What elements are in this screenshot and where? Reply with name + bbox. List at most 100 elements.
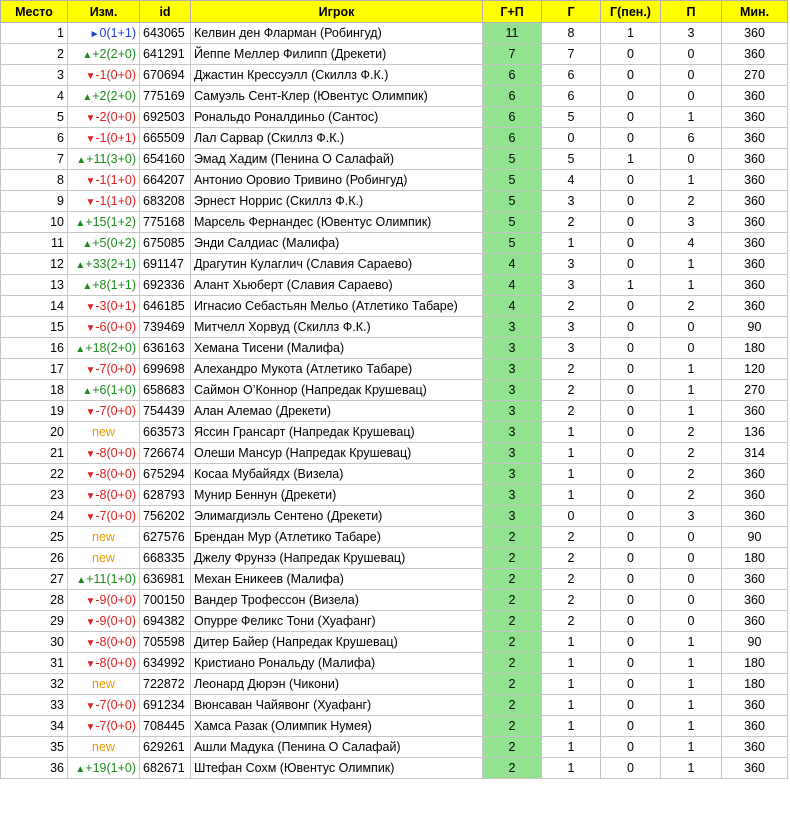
table-row[interactable]: 8 ▼-1(1+0) 664207 Антонио Оровио Тривино (Р… bbox=[0, 169, 788, 191]
player-name-cell: Вюнсаван Чайявонг (Хуафанг) bbox=[190, 694, 483, 716]
table-row[interactable]: 17 ▼-7(0+0) 699698 Алехандро Мукота (Атлети… bbox=[0, 358, 788, 380]
place-cell: 16 bbox=[0, 337, 68, 359]
table-row[interactable]: 19 ▼-7(0+0) 754439 Алан Алемао (Дрекети) 3 2 0… bbox=[0, 400, 788, 422]
minutes-cell: 180 bbox=[721, 547, 788, 569]
penalty-goals-cell: 0 bbox=[600, 127, 661, 149]
minutes-cell: 360 bbox=[721, 169, 788, 191]
minutes-cell: 360 bbox=[721, 106, 788, 128]
change-value: +33(2+1) bbox=[85, 257, 136, 271]
header-place[interactable]: Место bbox=[0, 0, 68, 23]
header-minutes[interactable]: Мин. bbox=[721, 0, 788, 23]
table-row[interactable]: 13 ▲+8(1+1) 692336 Алант Хьюберт (Славия Са… bbox=[0, 274, 788, 296]
table-row[interactable]: 26 new 668335 Джелу Фрунзэ (Напредак Крушев… bbox=[0, 547, 788, 569]
player-id-cell: 628793 bbox=[139, 484, 191, 506]
header-assists[interactable]: П bbox=[660, 0, 722, 23]
penalty-goals-cell: 0 bbox=[600, 43, 661, 65]
change-cell: ▲+15(1+2) bbox=[67, 211, 140, 233]
table-row[interactable]: 12 ▲+33(2+1) 691147 Драгутин Кулаглич (Слав… bbox=[0, 253, 788, 275]
goals-cell: 1 bbox=[541, 715, 601, 737]
place-cell: 11 bbox=[0, 232, 68, 254]
table-row[interactable]: 21 ▼-8(0+0) 726674 Олеши Мансур (Напредак К… bbox=[0, 442, 788, 464]
header-goals-assists[interactable]: Г+П bbox=[482, 0, 542, 23]
table-row[interactable]: 1 ►0(1+1) 643065 Келвин ден Фларман (Робинг… bbox=[0, 22, 788, 44]
goals-assists-cell: 2 bbox=[482, 568, 542, 590]
player-name-cell: Энди Салдиас (Малифа) bbox=[190, 232, 483, 254]
table-row[interactable]: 3 ▼-1(0+0) 670694 Джастин Крессуэлл (Скиллз… bbox=[0, 64, 788, 86]
table-row[interactable]: 14 ▼-3(0+1) 646185 Игнасио Себастьян Мельо … bbox=[0, 295, 788, 317]
arrow-down-icon: ▼ bbox=[85, 302, 96, 313]
change-cell: ▲+33(2+1) bbox=[67, 253, 140, 275]
place-cell: 25 bbox=[0, 526, 68, 548]
table-row[interactable]: 7 ▲+11(3+0) 654160 Эмад Хадим (Пенина О Сал… bbox=[0, 148, 788, 170]
arrow-down-icon: ▼ bbox=[85, 659, 96, 670]
player-id-cell: 664207 bbox=[139, 169, 191, 191]
header-penalty-goals[interactable]: Г(пен.) bbox=[600, 0, 661, 23]
header-goals[interactable]: Г bbox=[541, 0, 601, 23]
table-row[interactable]: 22 ▼-8(0+0) 675294 Косаа Мубайядх (Визела) 3… bbox=[0, 463, 788, 485]
table-row[interactable]: 18 ▲+6(1+0) 658683 Саймон О’Коннор (Напреда… bbox=[0, 379, 788, 401]
goals-cell: 1 bbox=[541, 652, 601, 674]
change-value: +11(1+0) bbox=[86, 572, 136, 586]
minutes-cell: 270 bbox=[721, 64, 788, 86]
player-name-cell: Штефан Сохм (Ювентус Олимпик) bbox=[190, 757, 483, 779]
table-row[interactable]: 23 ▼-8(0+0) 628793 Мунир Беннун (Дрекети) 3 1… bbox=[0, 484, 788, 506]
header-change[interactable]: Изм. bbox=[67, 0, 140, 23]
table-row[interactable]: 10 ▲+15(1+2) 775168 Марсель Фернандес (Ювен… bbox=[0, 211, 788, 233]
change-cell: ▲+11(3+0) bbox=[67, 148, 140, 170]
penalty-goals-cell: 1 bbox=[600, 22, 661, 44]
minutes-cell: 90 bbox=[721, 631, 788, 653]
place-cell: 1 bbox=[0, 22, 68, 44]
table-row[interactable]: 20 new 663573 Яссин Грансарт (Напредак Круш… bbox=[0, 421, 788, 443]
change-value: -7(0+0) bbox=[95, 509, 136, 523]
goals-assists-cell: 7 bbox=[482, 43, 542, 65]
penalty-goals-cell: 0 bbox=[600, 463, 661, 485]
goals-assists-cell: 4 bbox=[482, 295, 542, 317]
table-row[interactable]: 27 ▲+11(1+0) 636981 Механ Еникеев (Малифа) 2… bbox=[0, 568, 788, 590]
table-row[interactable]: 9 ▼-1(1+0) 683208 Эрнест Норрис (Скиллз Ф.К… bbox=[0, 190, 788, 212]
table-row[interactable]: 35 new 629261 Ашли Мадука (Пенина О Салафай… bbox=[0, 736, 788, 758]
place-cell: 29 bbox=[0, 610, 68, 632]
table-row[interactable]: 25 new 627576 Брендан Мур (Атлетико Табаре)… bbox=[0, 526, 788, 548]
header-player[interactable]: Игрок bbox=[190, 0, 483, 23]
goals-assists-cell: 5 bbox=[482, 148, 542, 170]
player-name-cell: Олеши Мансур (Напредак Крушевац) bbox=[190, 442, 483, 464]
table-row[interactable]: 2 ▲+2(2+0) 641291 Йеппе Меллер Филипп (Дрек… bbox=[0, 43, 788, 65]
table-row[interactable]: 30 ▼-8(0+0) 705598 Дитер Байер (Напредак Кр… bbox=[0, 631, 788, 653]
change-cell: ▲+5(0+2) bbox=[67, 232, 140, 254]
table-row[interactable]: 36 ▲+19(1+0) 682671 Штефан Сохм (Ювентус Ол… bbox=[0, 757, 788, 779]
table-row[interactable]: 15 ▼-6(0+0) 739469 Митчелл Хорвуд (Скиллз Ф… bbox=[0, 316, 788, 338]
arrow-up-icon: ▲ bbox=[75, 344, 86, 355]
table-row[interactable]: 6 ▼-1(0+1) 665509 Лал Сарвар (Скиллз Ф.К.) 6… bbox=[0, 127, 788, 149]
goals-assists-cell: 2 bbox=[482, 631, 542, 653]
goals-cell: 8 bbox=[541, 22, 601, 44]
table-row[interactable]: 5 ▼-2(0+0) 692503 Рональдо Роналдиньо (Сант… bbox=[0, 106, 788, 128]
penalty-goals-cell: 0 bbox=[600, 736, 661, 758]
penalty-goals-cell: 0 bbox=[600, 589, 661, 611]
table-row[interactable]: 29 ▼-9(0+0) 694382 Опурре Феликс Тони (Хуаф… bbox=[0, 610, 788, 632]
minutes-cell: 360 bbox=[721, 295, 788, 317]
table-row[interactable]: 33 ▼-7(0+0) 691234 Вюнсаван Чайявонг (Хуафа… bbox=[0, 694, 788, 716]
change-cell: ▼-2(0+0) bbox=[67, 106, 140, 128]
table-row[interactable]: 24 ▼-7(0+0) 756202 Элимагдиэль Сентено (Дре… bbox=[0, 505, 788, 527]
table-row[interactable]: 4 ▲+2(2+0) 775169 Самуэль Сент-Клер (Ювенту… bbox=[0, 85, 788, 107]
header-id[interactable]: id bbox=[139, 0, 191, 23]
change-cell: ▼-7(0+0) bbox=[67, 505, 140, 527]
player-name-cell: Джелу Фрунзэ (Напредак Крушевац) bbox=[190, 547, 483, 569]
goals-assists-cell: 5 bbox=[482, 169, 542, 191]
table-row[interactable]: 28 ▼-9(0+0) 700150 Вандер Трофессон (Визела… bbox=[0, 589, 788, 611]
table-row[interactable]: 11 ▲+5(0+2) 675085 Энди Салдиас (Малифа) 5 1 0… bbox=[0, 232, 788, 254]
player-name-cell: Алант Хьюберт (Славия Сараево) bbox=[190, 274, 483, 296]
assists-cell: 0 bbox=[660, 337, 722, 359]
table-row[interactable]: 16 ▲+18(2+0) 636163 Хемана Тисени (Малифа) 3… bbox=[0, 337, 788, 359]
table-row[interactable]: 34 ▼-7(0+0) 708445 Хамса Разак (Олимпик Нум… bbox=[0, 715, 788, 737]
place-cell: 13 bbox=[0, 274, 68, 296]
goals-cell: 2 bbox=[541, 358, 601, 380]
change-cell: ▼-8(0+0) bbox=[67, 652, 140, 674]
change-cell: ▼-8(0+0) bbox=[67, 442, 140, 464]
change-cell: ▼-7(0+0) bbox=[67, 400, 140, 422]
goals-cell: 2 bbox=[541, 400, 601, 422]
table-row[interactable]: 31 ▼-8(0+0) 634992 Кристиано Рональду (Мали… bbox=[0, 652, 788, 674]
change-cell: ▼-1(0+1) bbox=[67, 127, 140, 149]
table-row[interactable]: 32 new 722872 Леонард Дюрэн (Чикони) 2 1 0 1 180 bbox=[0, 673, 788, 695]
penalty-goals-cell: 0 bbox=[600, 253, 661, 275]
